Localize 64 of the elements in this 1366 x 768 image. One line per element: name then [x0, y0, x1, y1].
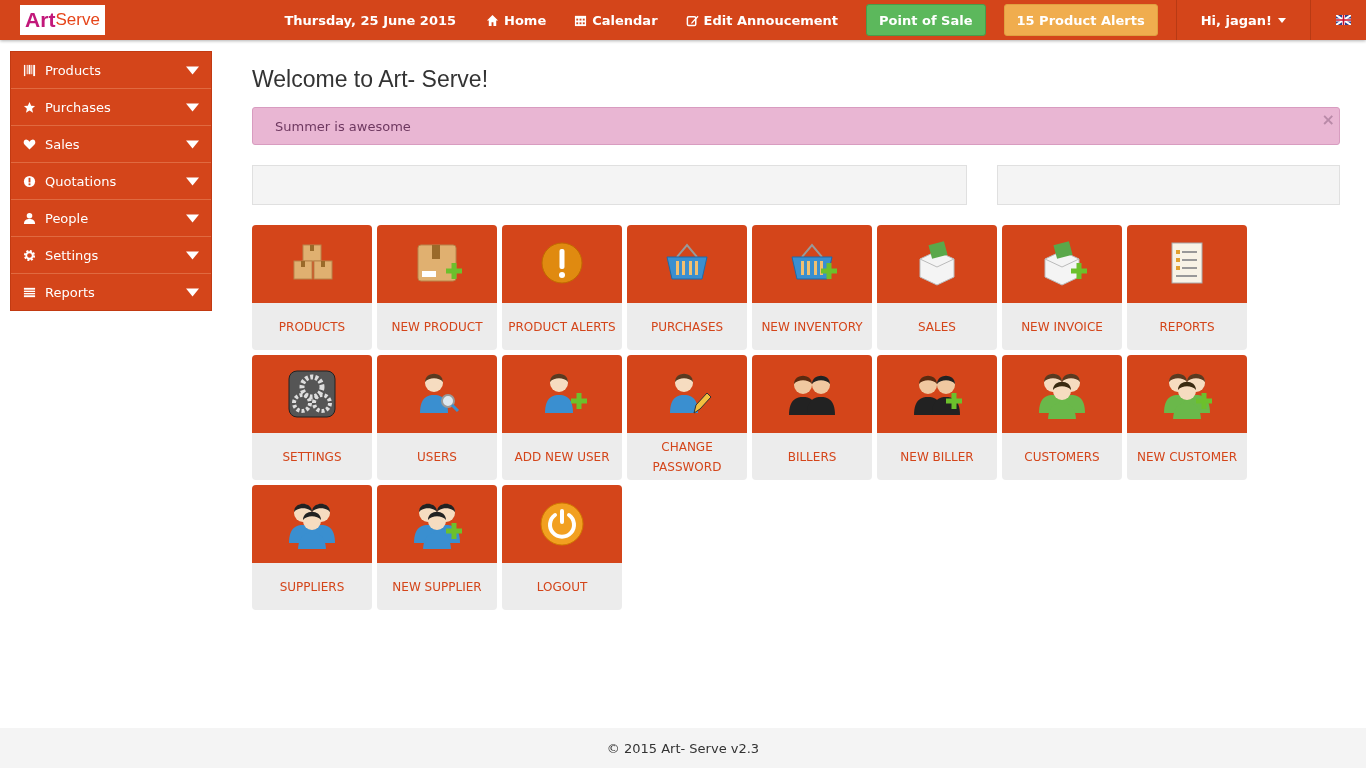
sidebar-item[interactable]: Quotations — [11, 163, 211, 200]
sidebar-label: People — [45, 210, 90, 226]
shortcut-tile[interactable]: REPORTS — [1127, 225, 1247, 350]
shortcut-tile[interactable]: SUPPLIERS — [252, 485, 372, 610]
shortcut-tile[interactable]: PRODUCT ALERTS — [502, 225, 622, 350]
shortcut-tile[interactable]: NEW BILLER — [877, 355, 997, 480]
caret-icon — [186, 285, 199, 299]
shortcut-tile[interactable]: CUSTOMERS — [1002, 355, 1122, 480]
shortcut-tile[interactable]: CHANGE PASSWORD — [627, 355, 747, 480]
sidebar-label: Purchases — [45, 99, 112, 115]
star-icon — [23, 100, 36, 114]
announcement-text: Summer is awesome — [275, 118, 411, 134]
caret-icon — [186, 63, 199, 77]
shortcut-tile[interactable]: SALES — [877, 225, 997, 350]
exclamation-icon — [23, 174, 36, 188]
logo[interactable]: ArtServe — [20, 5, 105, 35]
edit-icon — [685, 13, 699, 27]
nav-link[interactable]: Edit Annoucement — [685, 12, 839, 28]
shortcut-tile[interactable]: USERS — [377, 355, 497, 480]
nav-link[interactable]: Calendar — [574, 12, 658, 28]
nav-link[interactable]: Home — [486, 12, 547, 28]
person-icon — [23, 211, 36, 225]
home-icon — [486, 13, 500, 27]
heart-icon — [23, 137, 36, 151]
shortcut-tile[interactable]: PURCHASES — [627, 225, 747, 350]
sidebar-item[interactable]: Products — [11, 52, 211, 89]
sidebar-label: Reports — [45, 284, 96, 300]
caret-icon — [1278, 17, 1286, 23]
sidebar-item[interactable]: Sales — [11, 126, 211, 163]
point-of-sale-button[interactable]: Point of Sale — [866, 4, 986, 36]
sidebar-item[interactable]: People — [11, 200, 211, 237]
footer-text: © 2015 Art- Serve v2.3 — [0, 728, 1366, 768]
shortcut-tile[interactable]: NEW INVOICE — [1002, 225, 1122, 350]
sidebar-item[interactable]: Purchases — [11, 89, 211, 126]
barcode-icon — [23, 63, 36, 77]
flag-icon[interactable] — [1336, 15, 1351, 25]
caret-icon — [186, 137, 199, 151]
sidebar-label: Sales — [45, 136, 81, 152]
shortcut-tile[interactable]: PRODUCTS — [252, 225, 372, 350]
caret-icon — [186, 174, 199, 188]
shortcut-tile[interactable]: NEW PRODUCT — [377, 225, 497, 350]
page-title: Welcome to Art- Serve! — [252, 66, 490, 93]
shortcut-tile[interactable]: BILLERS — [752, 355, 872, 480]
list-icon — [23, 285, 36, 299]
user-menu[interactable]: Hi, jagan! — [1175, 0, 1311, 40]
shortcut-tile[interactable]: LOGOUT — [502, 485, 622, 610]
cog-icon — [23, 248, 36, 262]
calendar-icon — [574, 13, 588, 27]
shortcut-tile[interactable]: NEW INVENTORY — [752, 225, 872, 350]
caret-icon — [186, 100, 199, 114]
shortcut-tile[interactable]: SETTINGS — [252, 355, 372, 480]
shortcut-tile[interactable]: ADD NEW USER — [502, 355, 622, 480]
sidebar-label: Products — [45, 62, 103, 78]
caret-icon — [186, 248, 199, 262]
sidebar-label: Settings — [45, 247, 100, 263]
sidebar-label: Quotations — [45, 173, 118, 189]
shortcut-tile[interactable]: NEW SUPPLIER — [377, 485, 497, 610]
shortcut-tile[interactable]: NEW CUSTOMER — [1127, 355, 1247, 480]
date-label: Thursday, 25 June 2015 — [284, 12, 457, 28]
sidebar-item[interactable]: Settings — [11, 237, 211, 274]
power-icon — [537, 499, 587, 549]
sidebar-item[interactable]: Reports — [11, 274, 211, 310]
caret-icon — [186, 211, 199, 225]
gears-icon — [287, 369, 337, 419]
